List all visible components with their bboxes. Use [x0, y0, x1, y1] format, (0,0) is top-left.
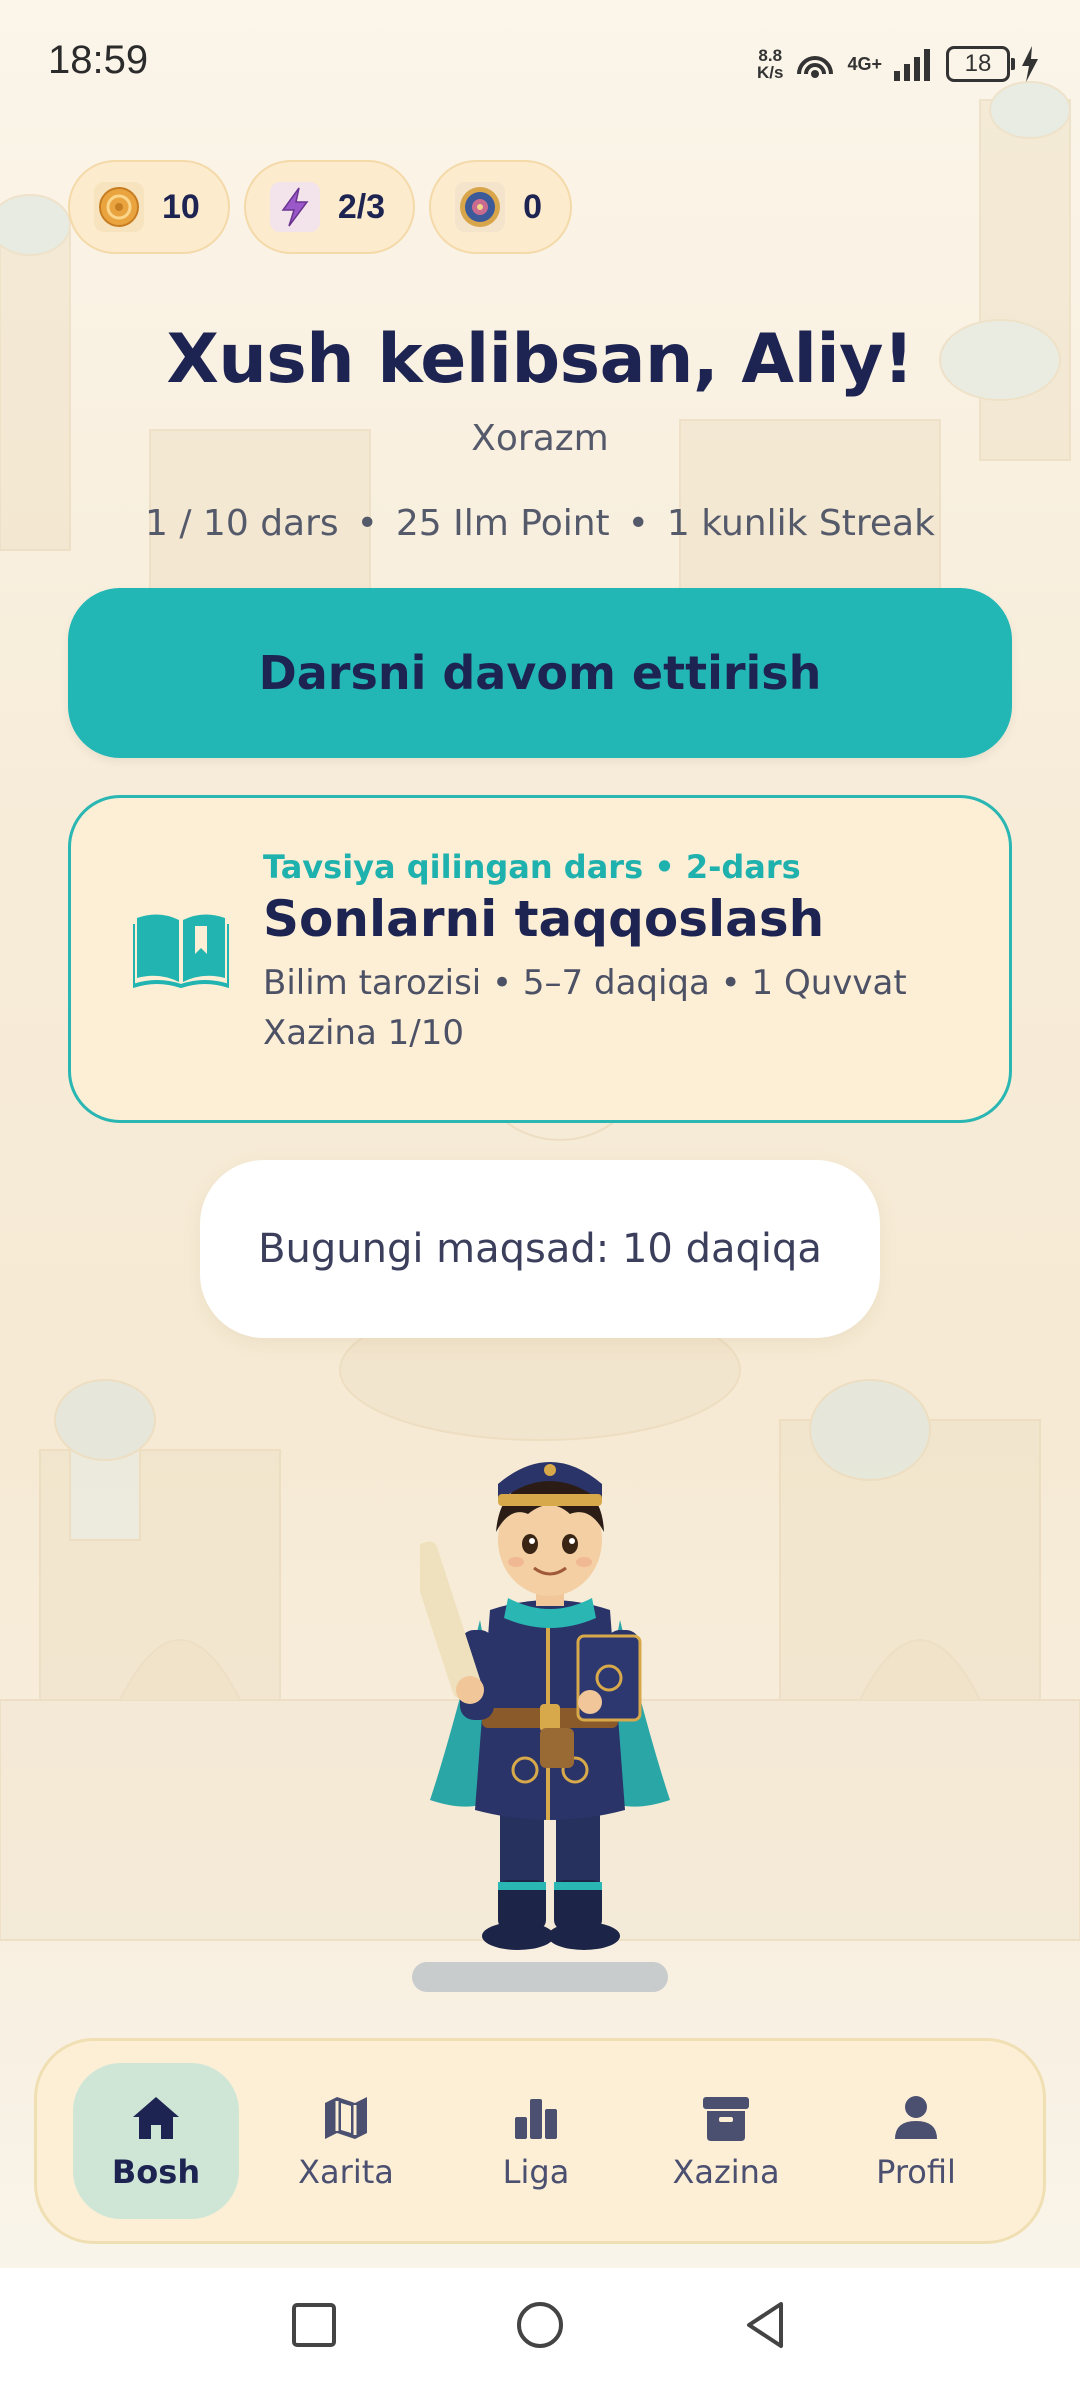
- network-type: 4G+: [847, 53, 882, 74]
- coin-icon: [94, 182, 144, 232]
- nav-item-bosh[interactable]: Bosh: [73, 2063, 239, 2219]
- signal-icon: [894, 49, 930, 81]
- lesson-meta: Bilim tarozisi • 5–7 daqiqa • 1 Quvvat X…: [263, 958, 983, 1058]
- hotspot-icon: [797, 56, 834, 78]
- nav-item-xazina[interactable]: Xazina: [643, 2063, 809, 2219]
- home-icon: [133, 2097, 179, 2139]
- lesson-tag: Tavsiya qilingan dars • 2-dars: [263, 848, 801, 886]
- nav-label: Xarita: [298, 2153, 394, 2191]
- bar-chart-icon: [515, 2099, 557, 2139]
- lesson-title: Sonlarni taqqoslash: [263, 890, 825, 948]
- battery-level: 18: [964, 50, 992, 77]
- gems-pill[interactable]: 0: [429, 160, 573, 254]
- region-label: Xorazm: [471, 418, 609, 459]
- system-navigation-bar: [0, 2268, 1080, 2382]
- coins-pill[interactable]: 10: [68, 160, 230, 254]
- status-time: 18:59: [48, 38, 149, 82]
- recommended-lesson-card[interactable]: Tavsiya qilingan dars • 2-dars Sonlarni …: [68, 795, 1012, 1123]
- bottom-navigation: Bosh Xarita Liga Xazina Profil: [34, 2038, 1046, 2244]
- nav-label: Bosh: [111, 2153, 201, 2191]
- nav-label: Xazina: [672, 2153, 780, 2191]
- mascot-character: [420, 1462, 670, 1950]
- nav-item-liga[interactable]: Liga: [453, 2063, 619, 2219]
- status-bar: 18:59 8.8 K/s 4G+ 18: [0, 0, 1080, 125]
- person-icon: [895, 2096, 937, 2139]
- network-speed-unit: K/s: [757, 63, 784, 82]
- gems-value: 0: [523, 187, 543, 226]
- progress-stats: 1 / 10 dars • 25 Ilm Point • 1 kunlik Streak: [0, 503, 1080, 544]
- back-icon[interactable]: [739, 2298, 793, 2352]
- nav-item-profil[interactable]: Profil: [833, 2063, 999, 2219]
- energy-value: 2/3: [337, 187, 386, 226]
- lesson-info: Tavsiya qilingan dars • 2-dars Sonlarni …: [263, 848, 983, 1058]
- nav-label: Liga: [502, 2153, 570, 2191]
- separator-dot: •: [627, 503, 649, 544]
- network-speed: 8.8 K/s: [757, 47, 783, 81]
- archive-box-icon: [703, 2097, 749, 2141]
- status-icons: 8.8 K/s 4G+ 18: [757, 40, 1040, 88]
- streak-stat: 1 kunlik Streak: [666, 503, 935, 544]
- points-stat: 25 Ilm Point: [395, 503, 610, 544]
- continue-lesson-button[interactable]: Darsni davom ettirish: [68, 588, 1012, 758]
- nav-item-xarita[interactable]: Xarita: [263, 2063, 429, 2219]
- lesson-treasure: Xazina 1/10: [263, 1013, 464, 1053]
- separator-dot: •: [356, 503, 378, 544]
- home-circle-icon[interactable]: [513, 2298, 567, 2352]
- currency-bar: 10 2/3 0: [68, 160, 573, 254]
- open-book-icon: [133, 914, 229, 988]
- charging-icon: [1022, 46, 1038, 82]
- lightning-icon: [269, 182, 320, 232]
- lesson-details: Bilim tarozisi • 5–7 daqiqa • 1 Quvvat: [263, 963, 907, 1003]
- energy-pill[interactable]: 2/3: [243, 160, 416, 254]
- character-shadow: [412, 1962, 668, 1992]
- lessons-stat: 1 / 10 dars: [145, 503, 339, 544]
- welcome-title: Xush kelibsan, Aliy!: [166, 320, 914, 399]
- network-speed-value: 8.8: [758, 46, 783, 65]
- daily-goal-badge: Bugungi maqsad: 10 daqiqa: [200, 1160, 880, 1338]
- coins-value: 10: [162, 187, 200, 226]
- battery-icon: 18: [946, 46, 1015, 82]
- recents-icon[interactable]: [287, 2298, 341, 2352]
- map-icon: [325, 2097, 367, 2139]
- nav-label: Profil: [876, 2153, 956, 2191]
- gem-medallion-icon: [455, 182, 506, 232]
